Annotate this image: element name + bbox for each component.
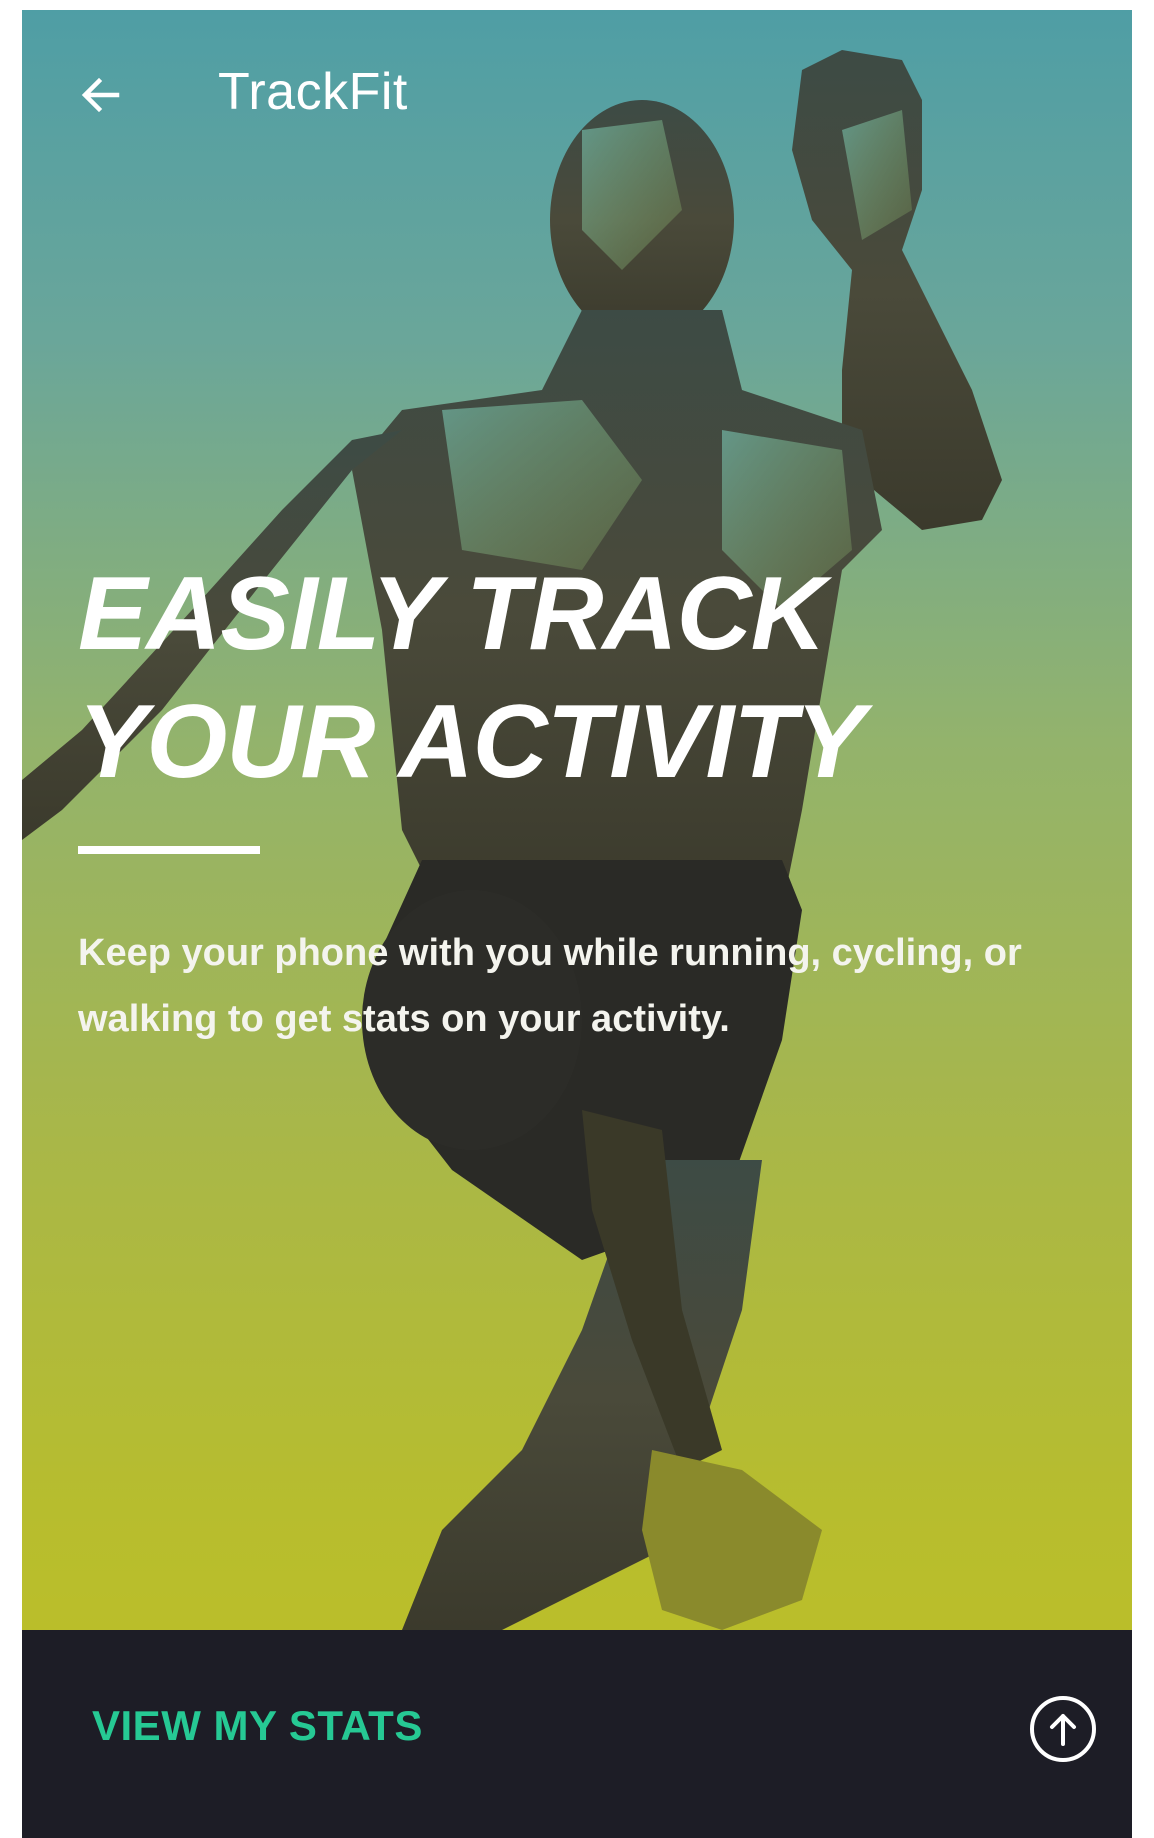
app-title: TrackFit [218,63,408,121]
back-button[interactable] [70,64,132,126]
headline: EASILY TRACK YOUR ACTIVITY [78,550,865,806]
headline-divider [78,846,260,854]
view-my-stats-button[interactable]: VIEW MY STATS [92,1702,423,1750]
arrow-up-circle-icon [1030,1696,1096,1762]
onboarding-screen: TrackFit EASILY TRACK YOUR ACTIVITY Keep… [22,10,1132,1838]
bottom-bar: VIEW MY STATS [22,1630,1132,1838]
scroll-up-button[interactable] [1028,1694,1098,1764]
arrow-left-icon [81,77,120,113]
hero-athlete-image [22,10,1132,1630]
description-text: Keep your phone with you while running, … [78,932,1022,1040]
headline-line-2: YOUR ACTIVITY [78,684,865,800]
headline-line-1: EASILY TRACK [78,556,826,672]
app-bar: TrackFit [22,10,1132,160]
